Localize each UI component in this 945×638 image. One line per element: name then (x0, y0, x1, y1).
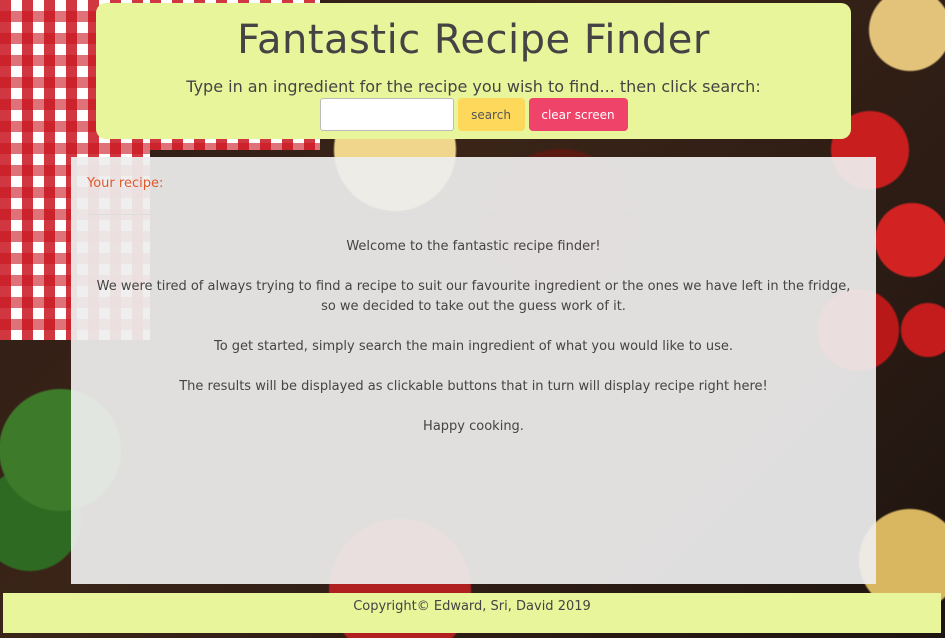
get-started-text: To get started, simply search the main i… (213, 339, 734, 354)
sign-off-text: Happy cooking. (423, 419, 524, 434)
results-info-text: The results will be displayed as clickab… (179, 379, 768, 394)
search-button[interactable]: search (457, 98, 525, 131)
recipe-panel-body: Welcome to the fantastic recipe finder! … (91, 237, 856, 457)
copyright-text: Copyright© Edward, Sri, David 2019 (353, 599, 591, 614)
header-panel: Fantastic Recipe Finder Type in an ingre… (96, 3, 851, 139)
intro-text: We were tired of always trying to find a… (96, 279, 851, 314)
search-instructions: Type in an ingredient for the recipe you… (186, 77, 761, 96)
ingredient-search-input[interactable] (319, 98, 454, 131)
footer: Copyright© Edward, Sri, David 2019 (3, 593, 941, 633)
recipe-panel: Your recipe: Welcome to the fantastic re… (71, 157, 876, 584)
clear-screen-button[interactable]: clear screen (528, 98, 628, 131)
page-title: Fantastic Recipe Finder (237, 17, 710, 63)
welcome-text: Welcome to the fantastic recipe finder! (346, 239, 601, 254)
recipe-panel-heading: Your recipe: (87, 176, 164, 191)
search-row: search clear screen (96, 98, 851, 131)
divider (87, 214, 860, 215)
